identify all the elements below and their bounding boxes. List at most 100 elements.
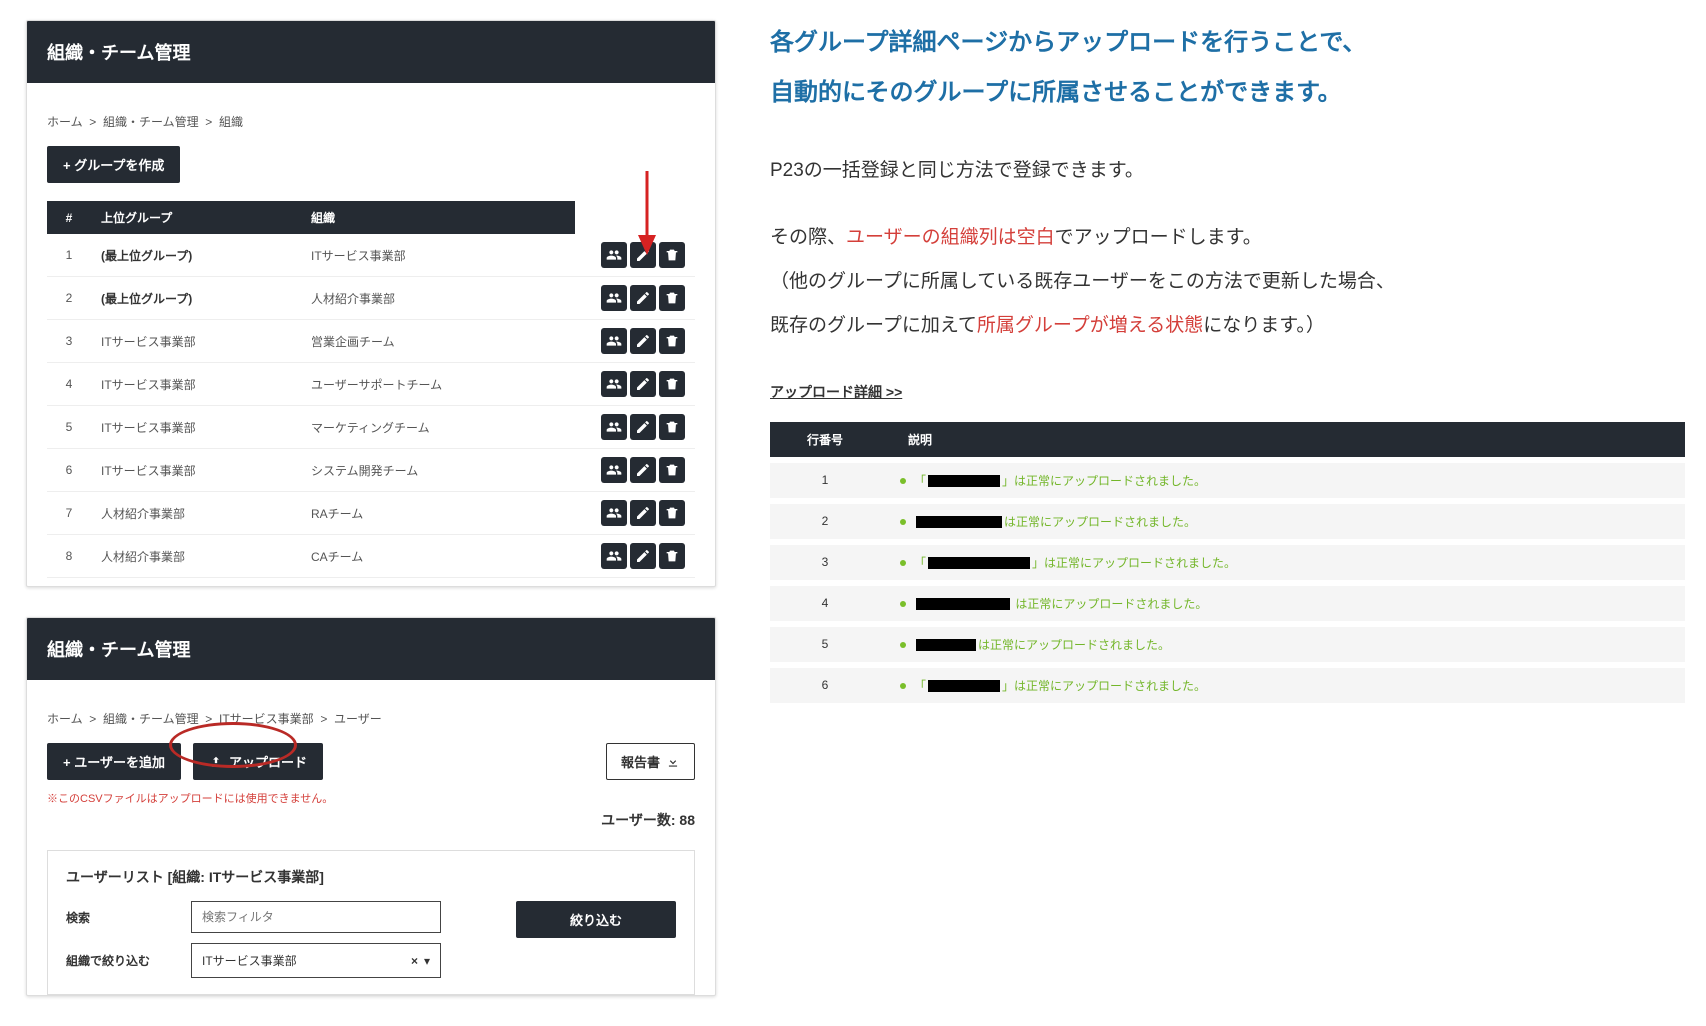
redacted-text xyxy=(928,475,1000,487)
col-num: # xyxy=(47,201,91,234)
report-button[interactable]: 報告書 xyxy=(606,743,695,780)
body-line2: その際、ユーザーの組織列は空白でアップロードします。 xyxy=(770,216,1690,260)
cell-row-number: 6 xyxy=(770,668,880,703)
users-icon[interactable] xyxy=(601,242,627,268)
redacted-text xyxy=(916,598,1010,610)
status-dot-icon xyxy=(900,519,906,525)
cell-num: 1 xyxy=(47,234,91,277)
cell-description: 「」は正常にアップロードされました。 xyxy=(880,545,1685,580)
cell-description: は正常にアップロードされました。 xyxy=(880,586,1685,621)
cell-parent: 人材紹介事業部 xyxy=(91,492,301,535)
cell-row-number: 5 xyxy=(770,627,880,662)
trash-icon[interactable] xyxy=(659,500,685,526)
redacted-text xyxy=(928,557,1030,569)
trash-icon[interactable] xyxy=(659,457,685,483)
edit-icon[interactable] xyxy=(630,285,656,311)
groups-table: # 上位グループ 組織 1(最上位グループ)ITサービス事業部2(最上位グループ… xyxy=(47,201,695,578)
table-row: 1(最上位グループ)ITサービス事業部 xyxy=(47,234,695,277)
cell-org: マーケティングチーム xyxy=(301,406,575,449)
users-icon[interactable] xyxy=(601,285,627,311)
redacted-text xyxy=(916,639,976,651)
body-line3: （他のグループに所属している既存ユーザーをこの方法で更新した場合、 xyxy=(770,260,1690,304)
table-row: 3「」は正常にアップロードされました。 xyxy=(770,545,1685,580)
trash-icon[interactable] xyxy=(659,242,685,268)
csv-warning: ※このCSVファイルはアップロードには使用できません。 xyxy=(47,790,695,806)
create-group-button[interactable]: + グループを作成 xyxy=(47,146,180,183)
cell-num: 4 xyxy=(47,363,91,406)
table-row: 3ITサービス事業部営業企画チーム xyxy=(47,320,695,363)
status-dot-icon xyxy=(900,642,906,648)
add-user-button[interactable]: + ユーザーを追加 xyxy=(47,743,181,780)
cell-parent: ITサービス事業部 xyxy=(91,363,301,406)
upload-icon xyxy=(209,755,223,769)
cell-num: 6 xyxy=(47,449,91,492)
col-parent: 上位グループ xyxy=(91,201,301,234)
upload-button[interactable]: アップロード xyxy=(193,743,323,780)
panel-title: 組織・チーム管理 xyxy=(27,618,715,680)
trash-icon[interactable] xyxy=(659,543,685,569)
chevron-down-icon: ▾ xyxy=(424,954,430,968)
breadcrumb: ホーム > 組織・チーム管理 > 組織 xyxy=(47,113,695,130)
cell-org: 営業企画チーム xyxy=(301,320,575,363)
table-row: 5ITサービス事業部マーケティングチーム xyxy=(47,406,695,449)
users-icon[interactable] xyxy=(601,500,627,526)
cell-row-number: 3 xyxy=(770,545,880,580)
headline-line2: 自動的にそのグループに所属させることができます。 xyxy=(770,68,1690,118)
edit-icon[interactable] xyxy=(630,457,656,483)
org-filter-select[interactable]: ITサービス事業部 ×▾ xyxy=(191,943,441,978)
edit-icon[interactable] xyxy=(630,500,656,526)
status-dot-icon xyxy=(900,601,906,607)
table-row: 7人材紹介事業部RAチーム xyxy=(47,492,695,535)
body-line1: P23の一括登録と同じ方法で登録できます。 xyxy=(770,149,1690,193)
users-icon[interactable] xyxy=(601,414,627,440)
edit-icon[interactable] xyxy=(630,414,656,440)
cell-org: ITサービス事業部 xyxy=(301,234,575,277)
table-row: 4ITサービス事業部ユーザーサポートチーム xyxy=(47,363,695,406)
redacted-text xyxy=(916,516,1002,528)
table-row: 5は正常にアップロードされました。 xyxy=(770,627,1685,662)
search-label: 検索 xyxy=(66,909,191,926)
edit-icon[interactable] xyxy=(630,371,656,397)
org-management-panel-top: 組織・チーム管理 ホーム > 組織・チーム管理 > 組織 + グループを作成 #… xyxy=(26,20,716,587)
status-dot-icon xyxy=(900,478,906,484)
report-button-label: 報告書 xyxy=(621,752,660,771)
edit-icon[interactable] xyxy=(630,242,656,268)
table-row: 2(最上位グループ)人材紹介事業部 xyxy=(47,277,695,320)
users-icon[interactable] xyxy=(601,328,627,354)
cell-row-number: 2 xyxy=(770,504,880,539)
users-icon[interactable] xyxy=(601,457,627,483)
trash-icon[interactable] xyxy=(659,414,685,440)
cell-org: システム開発チーム xyxy=(301,449,575,492)
body-line4: 既存のグループに加えて所属グループが増える状態になります。） xyxy=(770,304,1690,348)
table-row: 8人材紹介事業部CAチーム xyxy=(47,535,695,578)
cell-parent: ITサービス事業部 xyxy=(91,320,301,363)
cell-num: 8 xyxy=(47,535,91,578)
user-list-card: ユーザーリスト [組織: ITサービス事業部] 検索 組織で絞り込む ITサービ… xyxy=(47,850,695,995)
search-input[interactable] xyxy=(191,901,441,933)
trash-icon[interactable] xyxy=(659,285,685,311)
upload-button-label: アップロード xyxy=(229,752,307,771)
cell-num: 3 xyxy=(47,320,91,363)
user-list-title: ユーザーリスト [組織: ITサービス事業部] xyxy=(66,867,676,887)
status-dot-icon xyxy=(900,683,906,689)
edit-icon[interactable] xyxy=(630,328,656,354)
upload-detail-table: 行番号 説明 1「」は正常にアップロードされました。2は正常にアップロードされま… xyxy=(770,416,1685,709)
trash-icon[interactable] xyxy=(659,328,685,354)
cell-row-number: 1 xyxy=(770,463,880,498)
cell-description: 「」は正常にアップロードされました。 xyxy=(880,668,1685,703)
download-icon xyxy=(666,755,680,769)
upload-detail-title: アップロード詳細 >> xyxy=(770,382,1690,402)
cell-org: CAチーム xyxy=(301,535,575,578)
edit-icon[interactable] xyxy=(630,543,656,569)
cell-row-number: 4 xyxy=(770,586,880,621)
org-filter-label: 組織で絞り込む xyxy=(66,952,191,969)
table-row: 4 は正常にアップロードされました。 xyxy=(770,586,1685,621)
trash-icon[interactable] xyxy=(659,371,685,397)
users-icon[interactable] xyxy=(601,543,627,569)
filter-button[interactable]: 絞り込む xyxy=(516,901,676,938)
cell-org: ユーザーサポートチーム xyxy=(301,363,575,406)
clear-icon[interactable]: × xyxy=(411,954,418,968)
cell-parent: (最上位グループ) xyxy=(91,277,301,320)
users-icon[interactable] xyxy=(601,371,627,397)
col-row-number: 行番号 xyxy=(770,422,880,457)
